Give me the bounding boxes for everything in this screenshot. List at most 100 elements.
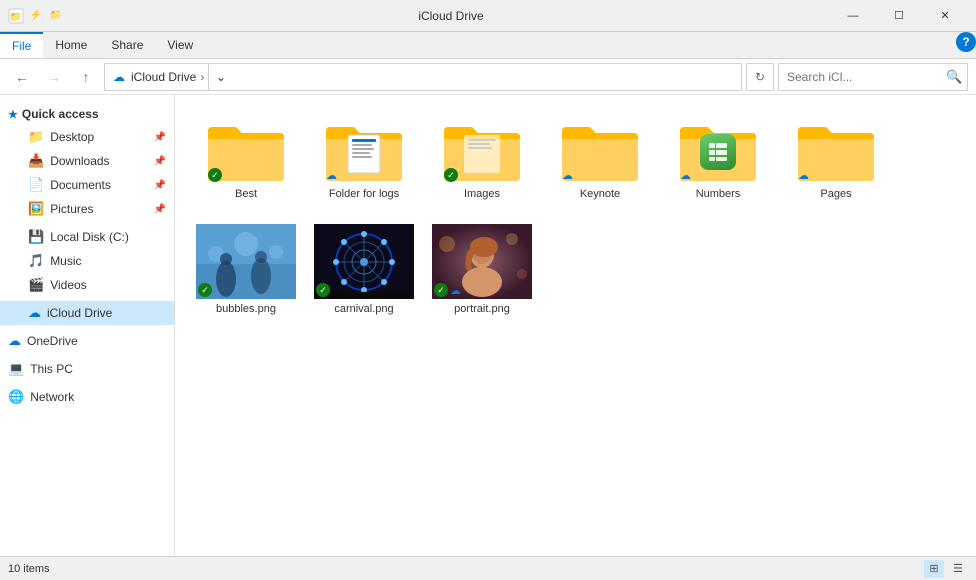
folder-logs-name: Folder for logs	[329, 188, 399, 200]
numbers-app-icon	[700, 134, 736, 170]
sidebar-item-pictures-label: Pictures	[50, 202, 93, 216]
sidebar-item-videos-label: Videos	[50, 278, 86, 292]
bubbles-thumb-wrapper: ✓	[196, 224, 296, 299]
back-button[interactable]: ←	[8, 63, 36, 91]
sidebar-item-downloads[interactable]: 📥 Downloads 📌	[0, 149, 174, 173]
sidebar-item-documents[interactable]: 📄 Documents 📌	[0, 173, 174, 197]
view-controls: ⊞ ☰	[924, 560, 968, 578]
pin-icon-docs: 📌	[154, 180, 166, 191]
quick-access-header[interactable]: ★ Quick access	[0, 103, 174, 125]
refresh-button[interactable]: ↻	[746, 63, 774, 91]
local-disk-section: 💾 Local Disk (C:) 🎵 Music 🎬 Videos	[0, 225, 174, 297]
window-controls: — ☐ ✕	[830, 1, 968, 31]
folder-images[interactable]: ✓ Images	[427, 111, 537, 208]
folder-logs[interactable]: ☁ Folder for logs	[309, 111, 419, 208]
address-chevron: ›	[200, 70, 204, 84]
sidebar-item-icloud[interactable]: ☁ iCloud Drive	[0, 301, 174, 325]
thispc-icon: 💻	[8, 361, 24, 377]
onedrive-icon: ☁	[8, 333, 21, 349]
sidebar-item-videos[interactable]: 🎬 Videos	[0, 273, 174, 297]
content-area: ✓ Best ☁ Folder for logs	[175, 95, 976, 556]
folder-icon: 📁	[28, 129, 44, 145]
pin-icon-pics: 📌	[154, 204, 166, 215]
sidebar-item-downloads-label: Downloads	[50, 154, 109, 168]
pin-icon: 📌	[154, 132, 166, 143]
folder-images-icon: ✓	[442, 119, 522, 184]
tab-view[interactable]: View	[155, 32, 205, 58]
sidebar: ★ Quick access 📁 Desktop 📌 📥 Downloads 📌…	[0, 95, 175, 556]
sidebar-item-desktop-label: Desktop	[50, 130, 94, 144]
item-count: 10 items	[8, 563, 50, 575]
tab-file[interactable]: File	[0, 32, 43, 58]
sidebar-item-desktop[interactable]: 📁 Desktop 📌	[0, 125, 174, 149]
search-box: 🔍	[778, 63, 968, 91]
address-bar: ← → ↑ ☁ iCloud Drive › ⌄ ↻ 🔍	[0, 59, 976, 95]
drive-icon: 💾	[28, 229, 44, 245]
window-title: iCloud Drive	[72, 9, 830, 23]
address-path[interactable]: ☁ iCloud Drive › ⌄	[104, 63, 742, 91]
folder-best-icon: ✓	[206, 119, 286, 184]
tab-share[interactable]: Share	[99, 32, 155, 58]
folder-keynote[interactable]: ☁ Keynote	[545, 111, 655, 208]
video-icon: 🎬	[28, 277, 44, 293]
synced-badge-best: ✓	[208, 168, 222, 182]
folder-logs-icon: ☁	[324, 119, 404, 184]
onedrive-section: ☁ OneDrive	[0, 329, 174, 353]
folder-numbers-name: Numbers	[696, 188, 741, 200]
folder-pages[interactable]: ☁ Pages	[781, 111, 891, 208]
carnival-thumb-wrapper: ✓	[314, 224, 414, 299]
sidebar-item-music-label: Music	[50, 254, 81, 268]
network-icon: 🌐	[8, 389, 24, 405]
close-button[interactable]: ✕	[922, 1, 968, 31]
minimize-button[interactable]: —	[830, 1, 876, 31]
sidebar-item-network-label: Network	[30, 390, 74, 404]
folder-images-name: Images	[464, 188, 500, 200]
search-input[interactable]	[787, 70, 942, 84]
sidebar-item-local-disk[interactable]: 💾 Local Disk (C:)	[0, 225, 174, 249]
folder-best-name: Best	[235, 188, 257, 200]
title-bar-icons: 📁 ⚡ 📁	[8, 8, 64, 24]
sidebar-item-thispc-label: This PC	[30, 362, 73, 376]
folder-icon-small: 📁	[48, 8, 64, 24]
icloud-icon: ☁	[28, 305, 41, 321]
portrait-thumb-wrapper: ✓ ☁	[432, 224, 532, 299]
forward-button[interactable]: →	[40, 63, 68, 91]
folder-numbers[interactable]: ☁ Numbers	[663, 111, 773, 208]
folder-keynote-name: Keynote	[580, 188, 620, 200]
pictures-folder-icon: 🖼️	[28, 201, 44, 217]
large-icons-view-button[interactable]: ⊞	[924, 560, 944, 578]
folder-numbers-icon: ☁	[678, 119, 758, 184]
app-icon: 📁	[8, 8, 24, 24]
sidebar-item-pictures[interactable]: 🖼️ Pictures 📌	[0, 197, 174, 221]
address-dropdown[interactable]: ⌄	[208, 63, 232, 91]
file-bubbles-name: bubbles.png	[216, 303, 276, 315]
icloud-section: ☁ iCloud Drive	[0, 301, 174, 325]
up-button[interactable]: ↑	[72, 63, 100, 91]
quick-access-icon: ⚡	[28, 8, 44, 24]
svg-text:📁: 📁	[10, 12, 22, 23]
sidebar-item-local-disk-label: Local Disk (C:)	[50, 230, 129, 244]
details-view-button[interactable]: ☰	[948, 560, 968, 578]
title-bar: 📁 ⚡ 📁 iCloud Drive — ☐ ✕	[0, 0, 976, 32]
main-area: ★ Quick access 📁 Desktop 📌 📥 Downloads 📌…	[0, 95, 976, 556]
file-portrait[interactable]: ✓ ☁ portrait.png	[427, 216, 537, 323]
tab-home[interactable]: Home	[43, 32, 99, 58]
sidebar-item-network[interactable]: 🌐 Network	[0, 385, 174, 409]
cloud-badge-keynote: ☁	[562, 169, 573, 182]
cloud-badge-pages: ☁	[798, 169, 809, 182]
file-bubbles[interactable]: ✓ bubbles.png	[191, 216, 301, 323]
sidebar-item-music[interactable]: 🎵 Music	[0, 249, 174, 273]
cloud-badge-numbers: ☁	[680, 169, 691, 182]
sidebar-item-thispc[interactable]: 💻 This PC	[0, 357, 174, 381]
file-carnival-name: carnival.png	[334, 303, 393, 315]
folder-best[interactable]: ✓ Best	[191, 111, 301, 208]
help-button[interactable]: ?	[956, 32, 976, 52]
network-section: 🌐 Network	[0, 385, 174, 409]
address-path-text: iCloud Drive	[131, 70, 196, 84]
synced-badge-portrait: ✓	[434, 283, 448, 297]
file-carnival[interactable]: ✓ carnival.png	[309, 216, 419, 323]
synced-badge-carnival: ✓	[316, 283, 330, 297]
cloud-badge-portrait: ☁	[450, 284, 461, 297]
sidebar-item-onedrive[interactable]: ☁ OneDrive	[0, 329, 174, 353]
maximize-button[interactable]: ☐	[876, 1, 922, 31]
